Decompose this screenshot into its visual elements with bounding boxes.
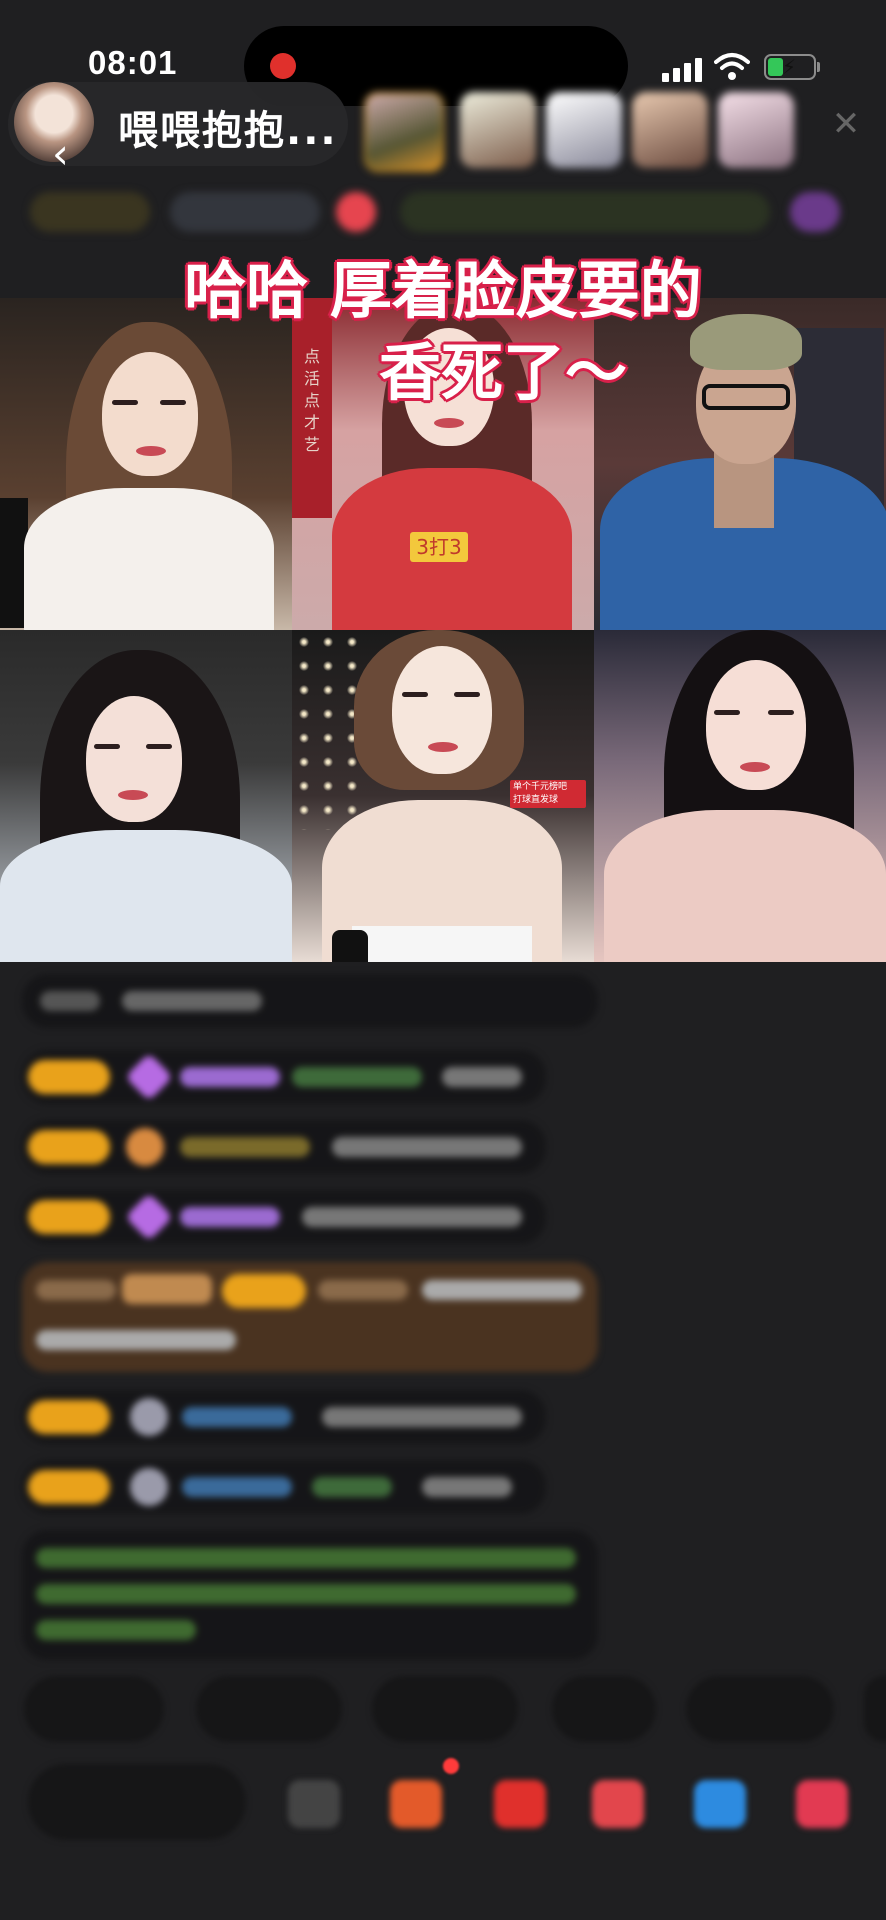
- viewer-avatar[interactable]: [364, 92, 444, 172]
- eye: [94, 744, 120, 749]
- quick-reply-button[interactable]: [864, 1676, 886, 1742]
- face: [392, 646, 492, 774]
- level-badge: [28, 1060, 110, 1094]
- chat-message[interactable]: [22, 1390, 546, 1444]
- live-info-row[interactable]: [30, 184, 850, 244]
- quick-reply-button[interactable]: [372, 1676, 518, 1742]
- overlay-caption-line1: 哈哈 厚着脸皮要的: [184, 254, 702, 327]
- battery-icon: ⚡: [764, 54, 816, 80]
- shoulders: [604, 810, 886, 962]
- video-tile[interactable]: [0, 630, 292, 962]
- recording-indicator-icon: [270, 53, 296, 79]
- level-badge: [28, 1400, 110, 1434]
- chevron-left-icon[interactable]: ‹: [52, 132, 92, 176]
- viewer-avatar[interactable]: [632, 92, 708, 168]
- shoulders: [24, 488, 274, 630]
- cellular-signal-icon: [662, 56, 704, 82]
- fan-club-icon[interactable]: [592, 1780, 644, 1828]
- bokeh-lights: [292, 630, 362, 830]
- battery-level: [768, 58, 783, 76]
- gift-box-icon[interactable]: [390, 1780, 442, 1828]
- red-packet-icon[interactable]: [494, 1780, 546, 1828]
- lips: [434, 418, 464, 428]
- video-tile[interactable]: [594, 630, 886, 962]
- chat-message[interactable]: [22, 1460, 546, 1514]
- overlay-caption-line2: 香死了～: [378, 336, 627, 409]
- white-top: [352, 926, 532, 962]
- gem-icon: [124, 1052, 174, 1102]
- promo-tag: 单个千元榜吧 打球直发球: [510, 780, 586, 808]
- viewer-avatar[interactable]: [546, 92, 622, 168]
- hour-rank-chip[interactable]: [170, 192, 320, 232]
- lips: [118, 790, 148, 800]
- status-time: 08:01: [88, 44, 178, 81]
- gift-icon[interactable]: [336, 192, 376, 232]
- eye: [768, 710, 794, 715]
- avatar: [130, 1398, 168, 1436]
- shoulders: [0, 830, 292, 962]
- chat-notice: [22, 974, 598, 1028]
- eye: [402, 692, 428, 697]
- battery-cap: [817, 62, 820, 72]
- level-badge: [28, 1130, 110, 1164]
- host-name: 喂喂抱抱...: [118, 108, 338, 154]
- microphone: [332, 930, 368, 962]
- gem-icon: [124, 1192, 174, 1242]
- eye: [146, 744, 172, 749]
- quick-reply-button[interactable]: [686, 1676, 834, 1742]
- lips: [428, 742, 458, 752]
- rank-chip[interactable]: [30, 192, 150, 232]
- charging-bolt-icon: ⚡: [782, 55, 797, 79]
- chat-message[interactable]: [22, 1050, 546, 1104]
- emoji-icon[interactable]: [288, 1780, 340, 1828]
- viewer-avatar[interactable]: [718, 92, 794, 168]
- share-icon[interactable]: [694, 1780, 746, 1828]
- more-chip[interactable]: [790, 192, 840, 232]
- notification-dot: [443, 1758, 459, 1774]
- viewer-avatar[interactable]: [460, 92, 536, 168]
- lips: [136, 446, 166, 456]
- level-badge: [222, 1274, 306, 1308]
- bottom-toolbar: [0, 1764, 886, 1844]
- pk-tag: 3打3: [410, 532, 468, 562]
- close-icon[interactable]: ✕: [826, 104, 866, 144]
- face: [86, 696, 182, 822]
- quick-reply-button[interactable]: [24, 1676, 164, 1742]
- quick-reply-row: [0, 1676, 886, 1748]
- chat-message[interactable]: [22, 1190, 546, 1244]
- eye: [454, 692, 480, 697]
- gift-icon[interactable]: [796, 1780, 848, 1828]
- promo-chip[interactable]: [400, 192, 770, 232]
- avatar: [126, 1128, 164, 1166]
- chat-message[interactable]: [22, 1120, 546, 1174]
- chat-list[interactable]: [0, 970, 886, 1670]
- quick-reply-button[interactable]: [552, 1676, 656, 1742]
- wifi-icon: [714, 53, 750, 80]
- chat-highlight-message[interactable]: [22, 1262, 598, 1372]
- level-badge: [28, 1200, 110, 1234]
- level-badge: [28, 1470, 110, 1504]
- chat-system-message: [22, 1530, 598, 1660]
- avatar: [130, 1468, 168, 1506]
- quick-reply-button[interactable]: [196, 1676, 342, 1742]
- eye: [714, 710, 740, 715]
- comment-input[interactable]: [28, 1764, 246, 1840]
- lips: [740, 762, 770, 772]
